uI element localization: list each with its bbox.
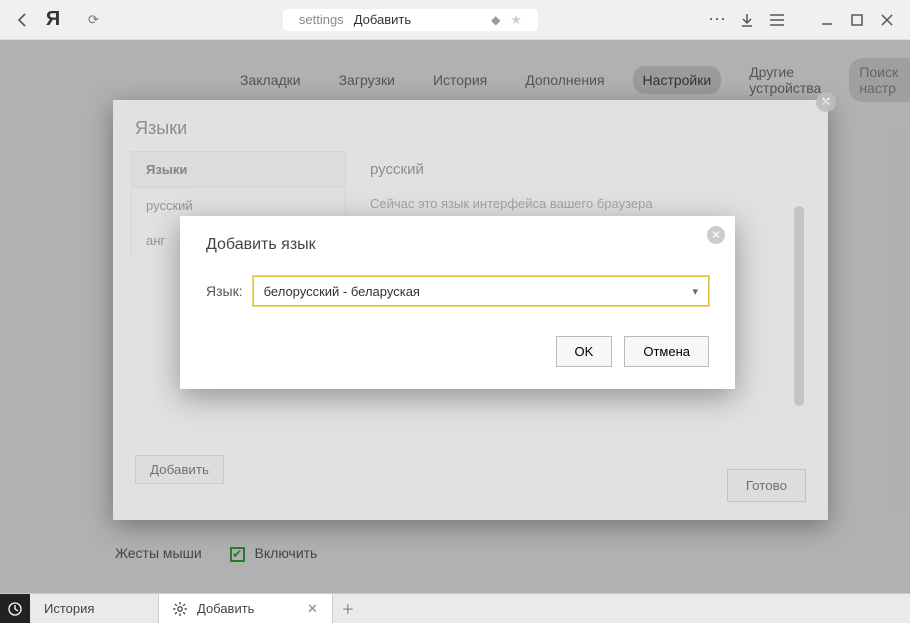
cancel-button[interactable]: Отмена [624,336,709,367]
mouse-gestures-row: Жесты мыши ✔ Включить [115,545,317,562]
maximize-button[interactable] [842,5,872,35]
gestures-checkbox-label: Включить [255,545,318,561]
url-title: Добавить [354,12,411,27]
yandex-logo[interactable]: Я [38,5,68,35]
bookmark-star-icon[interactable]: ★ [510,12,522,28]
language-select[interactable]: белорусский - беларуская ▾ [253,276,709,306]
clock-button[interactable] [0,594,30,623]
maximize-icon [851,14,863,26]
close-window-button[interactable] [872,5,902,35]
nav-bookmarks[interactable]: Закладки [230,66,311,94]
tab-history[interactable]: История [30,594,159,623]
language-select-value: белорусский - беларуская [264,284,420,299]
bottom-tabbar: История Добавить ✕ ＋ [0,593,910,623]
close-icon [881,14,893,26]
settings-nav: Закладки Загрузки История Дополнения Нас… [0,58,910,102]
download-icon [740,13,754,27]
settings-search[interactable]: Поиск настр [849,58,910,102]
new-tab-button[interactable]: ＋ [333,594,363,623]
add-dialog-close-button[interactable]: ✕ [707,226,725,244]
reload-icon[interactable]: ⟳ [88,12,99,28]
minimize-button[interactable] [812,5,842,35]
clock-icon [8,602,22,616]
add-dialog-title: Добавить язык [206,236,709,254]
back-button[interactable] [8,5,38,35]
url-grey: settings [299,12,344,27]
language-select-label: Язык: [206,283,243,299]
gestures-label: Жесты мыши [115,545,202,561]
add-language-dialog: ✕ Добавить язык Язык: белорусский - бела… [180,216,735,389]
ok-button[interactable]: OK [556,336,613,367]
checkbox-checked-icon: ✔ [230,547,245,562]
tab-add[interactable]: Добавить ✕ [159,594,333,623]
nav-downloads[interactable]: Загрузки [329,66,405,94]
downloads-button[interactable] [732,5,762,35]
tab-label: Добавить [197,601,297,616]
tab-close-icon[interactable]: ✕ [307,601,318,617]
gestures-checkbox-wrap[interactable]: ✔ Включить [230,545,318,562]
address-tab: settings Добавить ◆ ★ [283,9,538,31]
chevron-down-icon: ▾ [692,285,698,298]
address-bar[interactable]: ⟳ settings Добавить ◆ ★ [76,6,694,34]
menu-button[interactable] [762,5,792,35]
nav-history[interactable]: История [423,66,497,94]
more-button[interactable]: ⋯ [702,5,732,35]
browser-toolbar: Я ⟳ settings Добавить ◆ ★ ⋯ [0,0,910,40]
nav-settings[interactable]: Настройки [633,66,722,94]
tab-label: История [44,601,144,616]
gear-icon [173,602,187,616]
hamburger-icon [770,14,784,26]
nav-addons[interactable]: Дополнения [515,66,614,94]
shield-icon[interactable]: ◆ [491,13,500,27]
arrow-left-icon [15,12,31,28]
minimize-icon [821,14,833,26]
